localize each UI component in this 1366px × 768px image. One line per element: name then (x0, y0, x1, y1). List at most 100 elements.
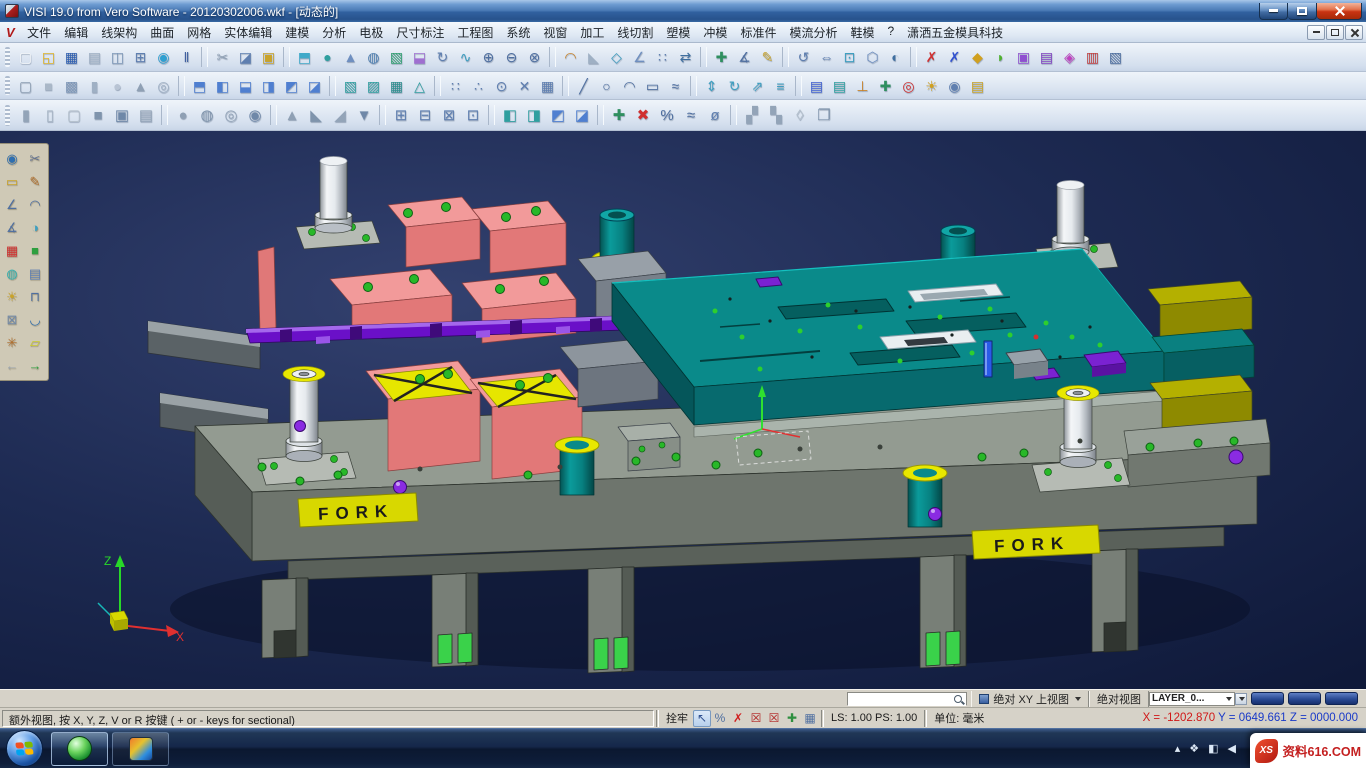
offset-icon[interactable]: ≡ (769, 75, 792, 97)
insert-block-icon[interactable]: ▣ (110, 104, 134, 126)
minimize-button[interactable] (1259, 3, 1288, 20)
light-icon[interactable]: ☀ (920, 75, 943, 97)
quick-view-button-1[interactable] (1251, 692, 1284, 705)
menu-item[interactable]: 系统 (500, 22, 537, 43)
toolbar-grip[interactable] (5, 105, 10, 126)
cone-icon[interactable]: ▲ (129, 75, 152, 97)
plate-solid-icon[interactable]: ■ (86, 104, 110, 126)
menu-item[interactable]: 实体编辑 (218, 22, 279, 43)
menu-item[interactable]: 尺寸标注 (390, 22, 451, 43)
quick-view-button-3[interactable] (1325, 692, 1358, 705)
bracket-icon[interactable]: ⊓ (24, 286, 46, 307)
corner-br-icon[interactable]: ◪ (570, 104, 594, 126)
view-fit-icon[interactable]: ⊡ (838, 46, 861, 68)
cone-up-icon[interactable]: ▲ (280, 104, 304, 126)
dome-analysis-icon[interactable]: ◗ (989, 46, 1012, 68)
calculator-icon[interactable]: ⊞ (129, 46, 152, 68)
search-icon[interactable] (954, 695, 962, 703)
layer-combo[interactable]: LAYER_0... (1149, 692, 1235, 706)
surface-loft-icon[interactable]: ▨ (362, 75, 385, 97)
action-center-icon[interactable]: ❖ (1189, 742, 1199, 755)
ruler-icon[interactable]: ▭ (1, 171, 23, 192)
arc-tool-icon[interactable]: ◠ (618, 75, 641, 97)
stack-icon[interactable]: ▤ (24, 263, 46, 284)
fillet-icon[interactable]: ◠ (559, 46, 582, 68)
wedge-left-icon[interactable]: ◣ (304, 104, 328, 126)
menu-item[interactable]: 线架构 (95, 22, 144, 43)
chamfer-icon[interactable]: ◣ (582, 46, 605, 68)
half-left-icon[interactable]: ◧ (498, 104, 522, 126)
top-view-icon[interactable]: ⬓ (234, 75, 257, 97)
pattern-icon[interactable]: ∷ (651, 46, 674, 68)
scissors-icon[interactable]: ✂ (24, 148, 46, 169)
percent-icon[interactable]: % (655, 104, 679, 126)
menu-item[interactable]: 线切割 (611, 22, 660, 43)
target-icon[interactable]: ◎ (897, 75, 920, 97)
mdi-restore-button[interactable] (1326, 25, 1344, 40)
plus-green-icon[interactable]: ✚ (607, 104, 631, 126)
cut-icon[interactable]: ✂ (211, 46, 234, 68)
pencil-icon[interactable]: ✎ (24, 171, 46, 192)
delete-blue-icon[interactable]: ✗ (943, 46, 966, 68)
menu-item[interactable]: 分析 (316, 22, 353, 43)
bush-icon[interactable]: ◍ (195, 104, 219, 126)
layers-red-icon[interactable]: ▦ (1, 240, 23, 261)
cylinder-icon[interactable]: ▮ (83, 75, 106, 97)
lamp-icon[interactable]: ☀ (1, 286, 23, 307)
boolean-union-icon[interactable]: ⊕ (477, 46, 500, 68)
dowel-icon[interactable]: ◉ (243, 104, 267, 126)
menu-item[interactable]: 编辑 (58, 22, 95, 43)
volume-icon[interactable]: ◀ (1228, 742, 1236, 755)
arc-icon[interactable]: ◠ (24, 194, 46, 215)
layer-teal-icon[interactable]: ▤ (828, 75, 851, 97)
extrude-icon[interactable]: ⬓ (408, 46, 431, 68)
menu-item[interactable]: 潇洒五金模具科技 (901, 22, 1010, 43)
corner-tl-icon[interactable]: ◩ (546, 104, 570, 126)
start-button[interactable] (6, 730, 43, 767)
search-input[interactable] (848, 693, 954, 705)
menu-item[interactable]: 网格 (181, 22, 218, 43)
punch-tall-icon[interactable]: ▮ (14, 104, 38, 126)
view-mode-button[interactable]: 绝对视图 (1089, 691, 1149, 707)
view-cube-icon[interactable]: ⬡ (861, 46, 884, 68)
box-solid-icon[interactable]: ■ (37, 75, 60, 97)
menu-item[interactable]: 塑模 (660, 22, 697, 43)
snap-intersect-icon[interactable]: ✕ (513, 75, 536, 97)
circle-tool-icon[interactable]: ○ (595, 75, 618, 97)
select-cursor-icon[interactable]: ↖ (693, 710, 711, 727)
sheet-icon[interactable]: ▱ (24, 332, 46, 353)
show-hidden-icons-button[interactable]: ▴ (1175, 742, 1181, 755)
sweep-icon[interactable]: ∿ (454, 46, 477, 68)
toolbar-grip[interactable] (5, 76, 10, 95)
revolve-icon[interactable]: ↻ (431, 46, 454, 68)
spline-tool-icon[interactable]: ≈ (664, 75, 687, 97)
solid-box-icon[interactable]: ⬒ (293, 46, 316, 68)
diameter-icon[interactable]: ø (703, 104, 727, 126)
quick-view-button-2[interactable] (1288, 692, 1321, 705)
filter-checkbox2-icon[interactable]: ☒ (765, 710, 783, 727)
snap-percent-icon[interactable]: % (711, 710, 729, 727)
view-pan-icon[interactable]: ⇔ (815, 46, 838, 68)
measure-icon[interactable]: ✚ (710, 46, 733, 68)
filter-checkbox-icon[interactable]: ☒ (747, 710, 765, 727)
purple-block-icon[interactable]: ▣ (1012, 46, 1035, 68)
forward-icon[interactable]: → (24, 355, 46, 376)
protractor-icon[interactable]: ∡ (1, 217, 23, 238)
network-icon[interactable]: ◧ (1208, 742, 1218, 755)
torus-icon[interactable]: ◎ (152, 75, 175, 97)
pin-round-icon[interactable]: ● (171, 104, 195, 126)
toolbar-grip[interactable] (5, 47, 10, 67)
snap-center-icon[interactable]: ⊙ (490, 75, 513, 97)
solid-cone-icon[interactable]: ▲ (339, 46, 362, 68)
paste-icon[interactable]: ▣ (257, 46, 280, 68)
compass-icon[interactable]: ∠ (1, 194, 23, 215)
purple-stack-icon[interactable]: ▤ (1035, 46, 1058, 68)
cylinder-cyan-icon[interactable]: ◍ (1, 263, 23, 284)
menu-item[interactable]: 文件 (21, 22, 58, 43)
solid-green-icon[interactable]: ■ (24, 240, 46, 261)
scale-icon[interactable]: ⇗ (746, 75, 769, 97)
remove-cell-icon[interactable]: ⊟ (413, 104, 437, 126)
add-snap-icon[interactable]: ✚ (783, 710, 801, 727)
solid-sphere-icon[interactable]: ● (316, 46, 339, 68)
menu-item[interactable]: 鞋模 (844, 22, 881, 43)
